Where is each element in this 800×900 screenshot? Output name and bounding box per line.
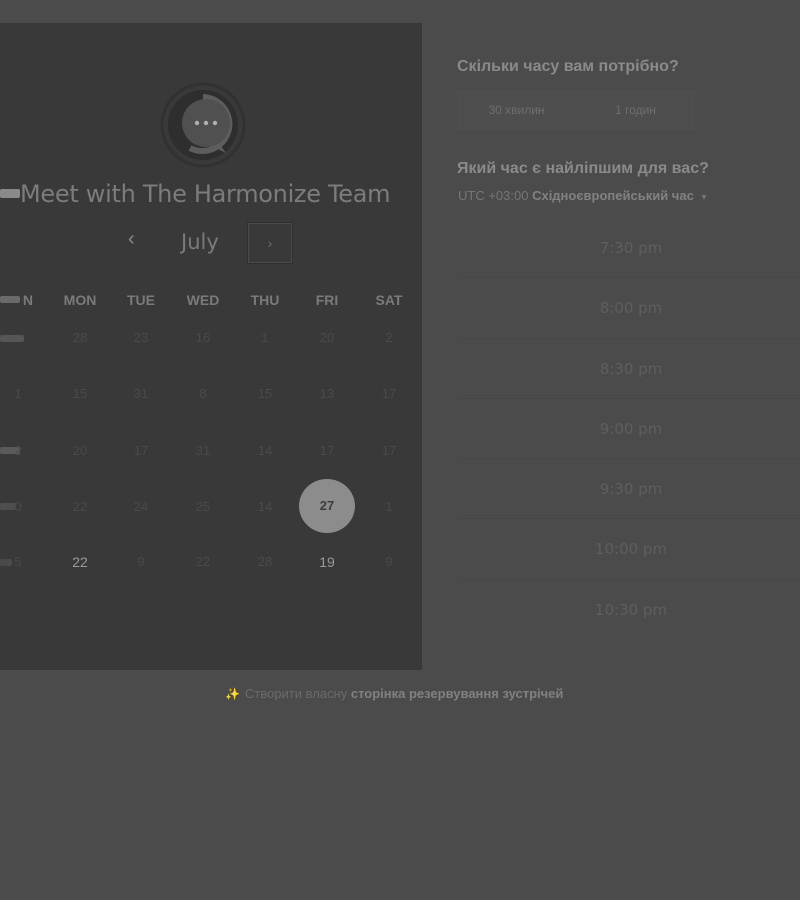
calendar-day[interactable]: 9: [369, 552, 409, 572]
calendar-day[interactable]: 22: [60, 552, 100, 572]
duration-tabs: 30 хвилин 1 годин: [457, 90, 695, 130]
selected-day[interactable]: 27: [299, 479, 355, 533]
time-question: Який час є найліпшим для вас?: [457, 160, 709, 177]
calendar-day[interactable]: 15: [245, 384, 285, 404]
calendar-day[interactable]: 14: [245, 497, 285, 517]
weekday-marker: [0, 296, 20, 303]
footer-link-text: сторінка резервування зустрічей: [350, 686, 564, 701]
weekday-thu: THU: [250, 292, 280, 308]
calendar-day[interactable]: 16: [183, 328, 223, 348]
chevron-down-icon: ▾: [701, 192, 707, 203]
calendar-day[interactable]: 2: [369, 328, 409, 348]
calendar-day[interactable]: 31: [183, 441, 223, 461]
calendar-day[interactable]: 15: [60, 384, 100, 404]
calendar-day[interactable]: 5: [0, 552, 38, 572]
weekday-wed: WED: [186, 292, 220, 308]
calendar-day[interactable]: 1: [245, 328, 285, 348]
calendar-day[interactable]: 1: [0, 384, 38, 404]
calendar-day[interactable]: 17: [307, 441, 347, 461]
calendar-day[interactable]: 24: [121, 497, 161, 517]
calendar-day[interactable]: 13: [307, 384, 347, 404]
time-slot[interactable]: 9:00 pm: [458, 399, 800, 460]
calendar-day[interactable]: 28: [60, 328, 100, 348]
calendar-day[interactable]: 23: [121, 328, 161, 348]
duration-option-30min[interactable]: 30 хвилин: [457, 90, 576, 130]
time-slot[interactable]: 10:00 pm: [458, 519, 800, 580]
calendar-day[interactable]: 22: [60, 497, 100, 517]
calendar-day[interactable]: 9: [121, 552, 161, 572]
calendar-day[interactable]: 28: [245, 552, 285, 572]
logo: [160, 82, 246, 168]
calendar-day[interactable]: 25: [183, 497, 223, 517]
prev-month-button[interactable]: ‹: [128, 228, 135, 251]
next-month-button[interactable]: ›: [247, 222, 293, 264]
create-booking-page-link[interactable]: ✨ Створити власну сторінка резервування з…: [225, 686, 563, 701]
time-slot[interactable]: 8:30 pm: [458, 339, 800, 399]
calendar-day[interactable]: 17: [369, 441, 409, 461]
time-slot[interactable]: 7:30 pm: [458, 218, 800, 279]
weekday-tue: TUE: [127, 292, 155, 308]
time-slot[interactable]: 8:00 pm: [458, 278, 800, 339]
calendar-day[interactable]: 17: [121, 441, 161, 461]
calendar-day[interactable]: 20: [307, 328, 347, 348]
calendar-day[interactable]: 19: [307, 552, 347, 572]
calendar-day[interactable]: 14: [245, 441, 285, 461]
month-label: July: [181, 230, 219, 254]
calendar-day[interactable]: 0: [0, 497, 38, 517]
time-slot-list: 7:30 pm 8:00 pm 8:30 pm 9:00 pm 9:30 pm …: [458, 218, 800, 640]
timezone-selector[interactable]: UTC +03:00 Східноєвропейський час ▾: [458, 188, 706, 203]
calendar-day[interactable]: 2: [0, 441, 38, 461]
timezone-name: Східноєвропейський час: [532, 188, 694, 203]
calendar-day[interactable]: [0, 328, 38, 348]
timezone-offset: UTC +03:00: [458, 188, 529, 203]
meeting-title: Meet with The Harmonize Team: [0, 180, 420, 208]
duration-question: Скільки часу вам потрібно?: [457, 58, 679, 75]
time-slot[interactable]: 10:30 pm: [458, 580, 800, 640]
calendar-day[interactable]: 1: [369, 497, 409, 517]
calendar-day[interactable]: 22: [183, 552, 223, 572]
calendar-day[interactable]: 8: [183, 384, 223, 404]
calendar-day[interactable]: 17: [369, 384, 409, 404]
calendar-day[interactable]: 31: [121, 384, 161, 404]
meeting-title-text: Meet with The Harmonize Team: [20, 180, 391, 208]
calendar-day[interactable]: 20: [60, 441, 100, 461]
weekday-mon: MON: [63, 292, 97, 308]
duration-option-1h[interactable]: 1 годин: [576, 90, 695, 130]
footer-prefix: Створити власну: [244, 686, 348, 701]
weekday-sat: SAT: [375, 292, 403, 308]
time-slot[interactable]: 9:30 pm: [458, 459, 800, 520]
sparkle-icon: ✨: [225, 687, 240, 701]
weekday-fri: FRI: [315, 292, 339, 308]
month-navigation: ‹ July ›: [120, 222, 300, 264]
